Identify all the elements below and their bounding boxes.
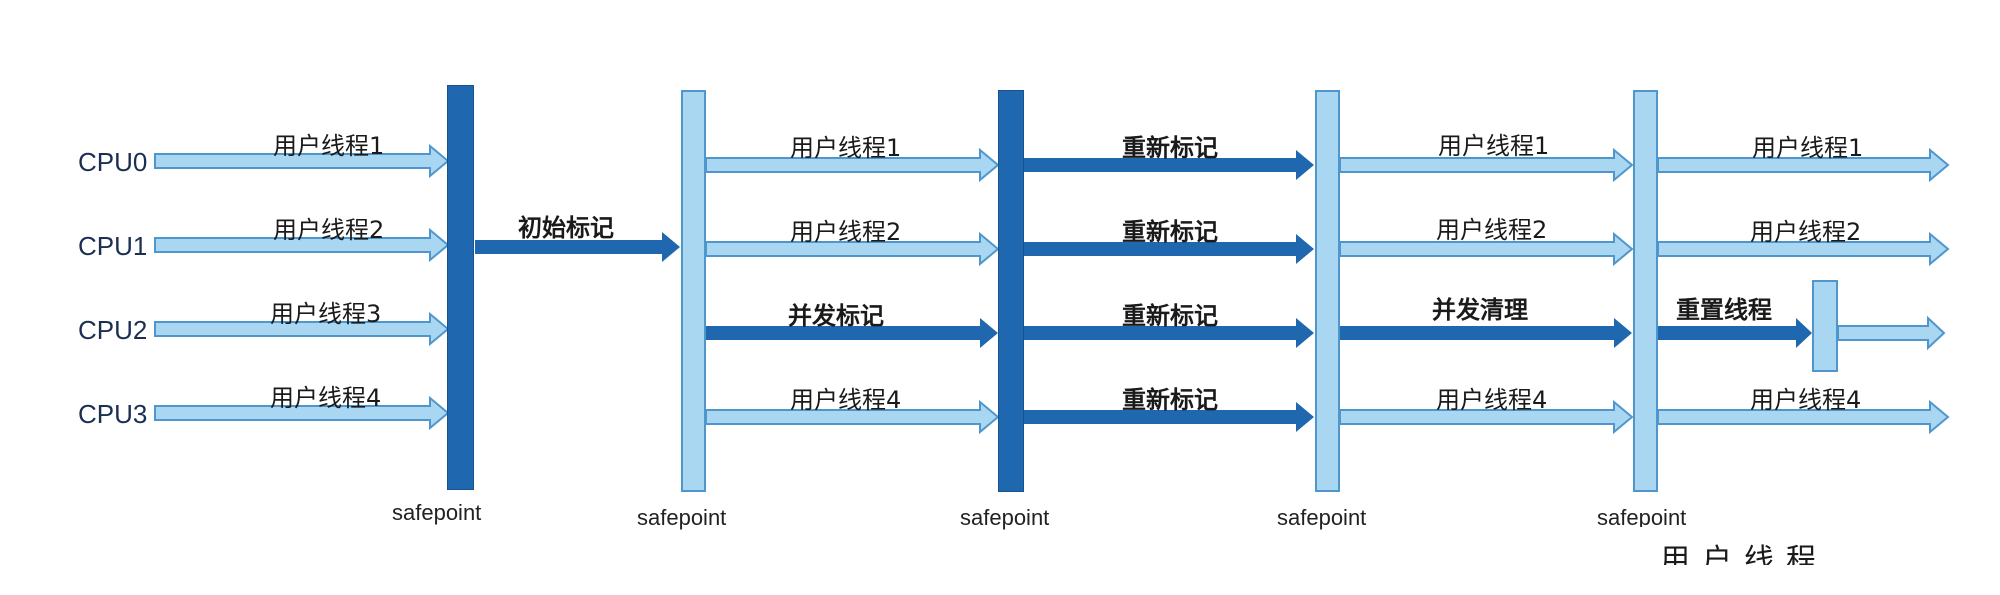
phase1-label-cpu0: 用户线程1 bbox=[273, 132, 385, 160]
phase4-label-cpu1: 重新标记 bbox=[1122, 218, 1218, 246]
phase5-label-cpu2: 并发清理 bbox=[1432, 296, 1528, 324]
phase3-label-cpu3: 用户线程4 bbox=[790, 386, 902, 414]
safepoint-bar-1 bbox=[447, 85, 474, 490]
phase4-label-cpu0: 重新标记 bbox=[1122, 134, 1218, 162]
safepoint-bar-2 bbox=[681, 90, 706, 492]
phase5-label-cpu3: 用户线程4 bbox=[1436, 386, 1548, 414]
safepoint-bar-4 bbox=[1315, 90, 1340, 492]
phase2-initial-mark-label: 初始标记 bbox=[518, 214, 614, 242]
safepoint-label-2: safepoint bbox=[637, 505, 727, 530]
phase1-label-cpu2: 用户线程3 bbox=[270, 300, 382, 328]
cropped-bottom-text: 用户线程 bbox=[1660, 543, 1828, 565]
phase4-label-cpu2: 重新标记 bbox=[1122, 302, 1218, 330]
safepoint-label-3: safepoint bbox=[960, 505, 1050, 530]
phase6-label-cpu3: 用户线程4 bbox=[1750, 386, 1862, 414]
phase5-label-cpu1: 用户线程2 bbox=[1436, 216, 1548, 244]
phase6-label-cpu2: 重置线程 bbox=[1676, 296, 1772, 324]
phase1-label-cpu1: 用户线程2 bbox=[273, 216, 385, 244]
reset-thread-block bbox=[1812, 280, 1838, 372]
phase6-label-cpu0: 用户线程1 bbox=[1752, 134, 1864, 162]
phase5-label-cpu0: 用户线程1 bbox=[1438, 132, 1550, 160]
safepoint-bar-3 bbox=[998, 90, 1024, 492]
safepoint-bar-5 bbox=[1633, 90, 1658, 492]
safepoint-label-4: safepoint bbox=[1277, 505, 1367, 530]
phase1-label-cpu3: 用户线程4 bbox=[270, 384, 382, 412]
phase4-label-cpu3: 重新标记 bbox=[1122, 386, 1218, 414]
phase3-label-cpu2: 并发标记 bbox=[788, 302, 884, 330]
phase3-label-cpu0: 用户线程1 bbox=[790, 134, 902, 162]
arrow-phase6-cpu2-after bbox=[1837, 315, 1946, 351]
phase6-label-cpu1: 用户线程2 bbox=[1750, 218, 1862, 246]
phase3-label-cpu1: 用户线程2 bbox=[790, 218, 902, 246]
safepoint-label-5: safepoint bbox=[1597, 505, 1687, 527]
safepoint-label-1: safepoint bbox=[392, 500, 482, 525]
concurrent-gc-diagram: CPU0 CPU1 CPU2 CPU3 safepoint safepoint … bbox=[0, 0, 2000, 595]
